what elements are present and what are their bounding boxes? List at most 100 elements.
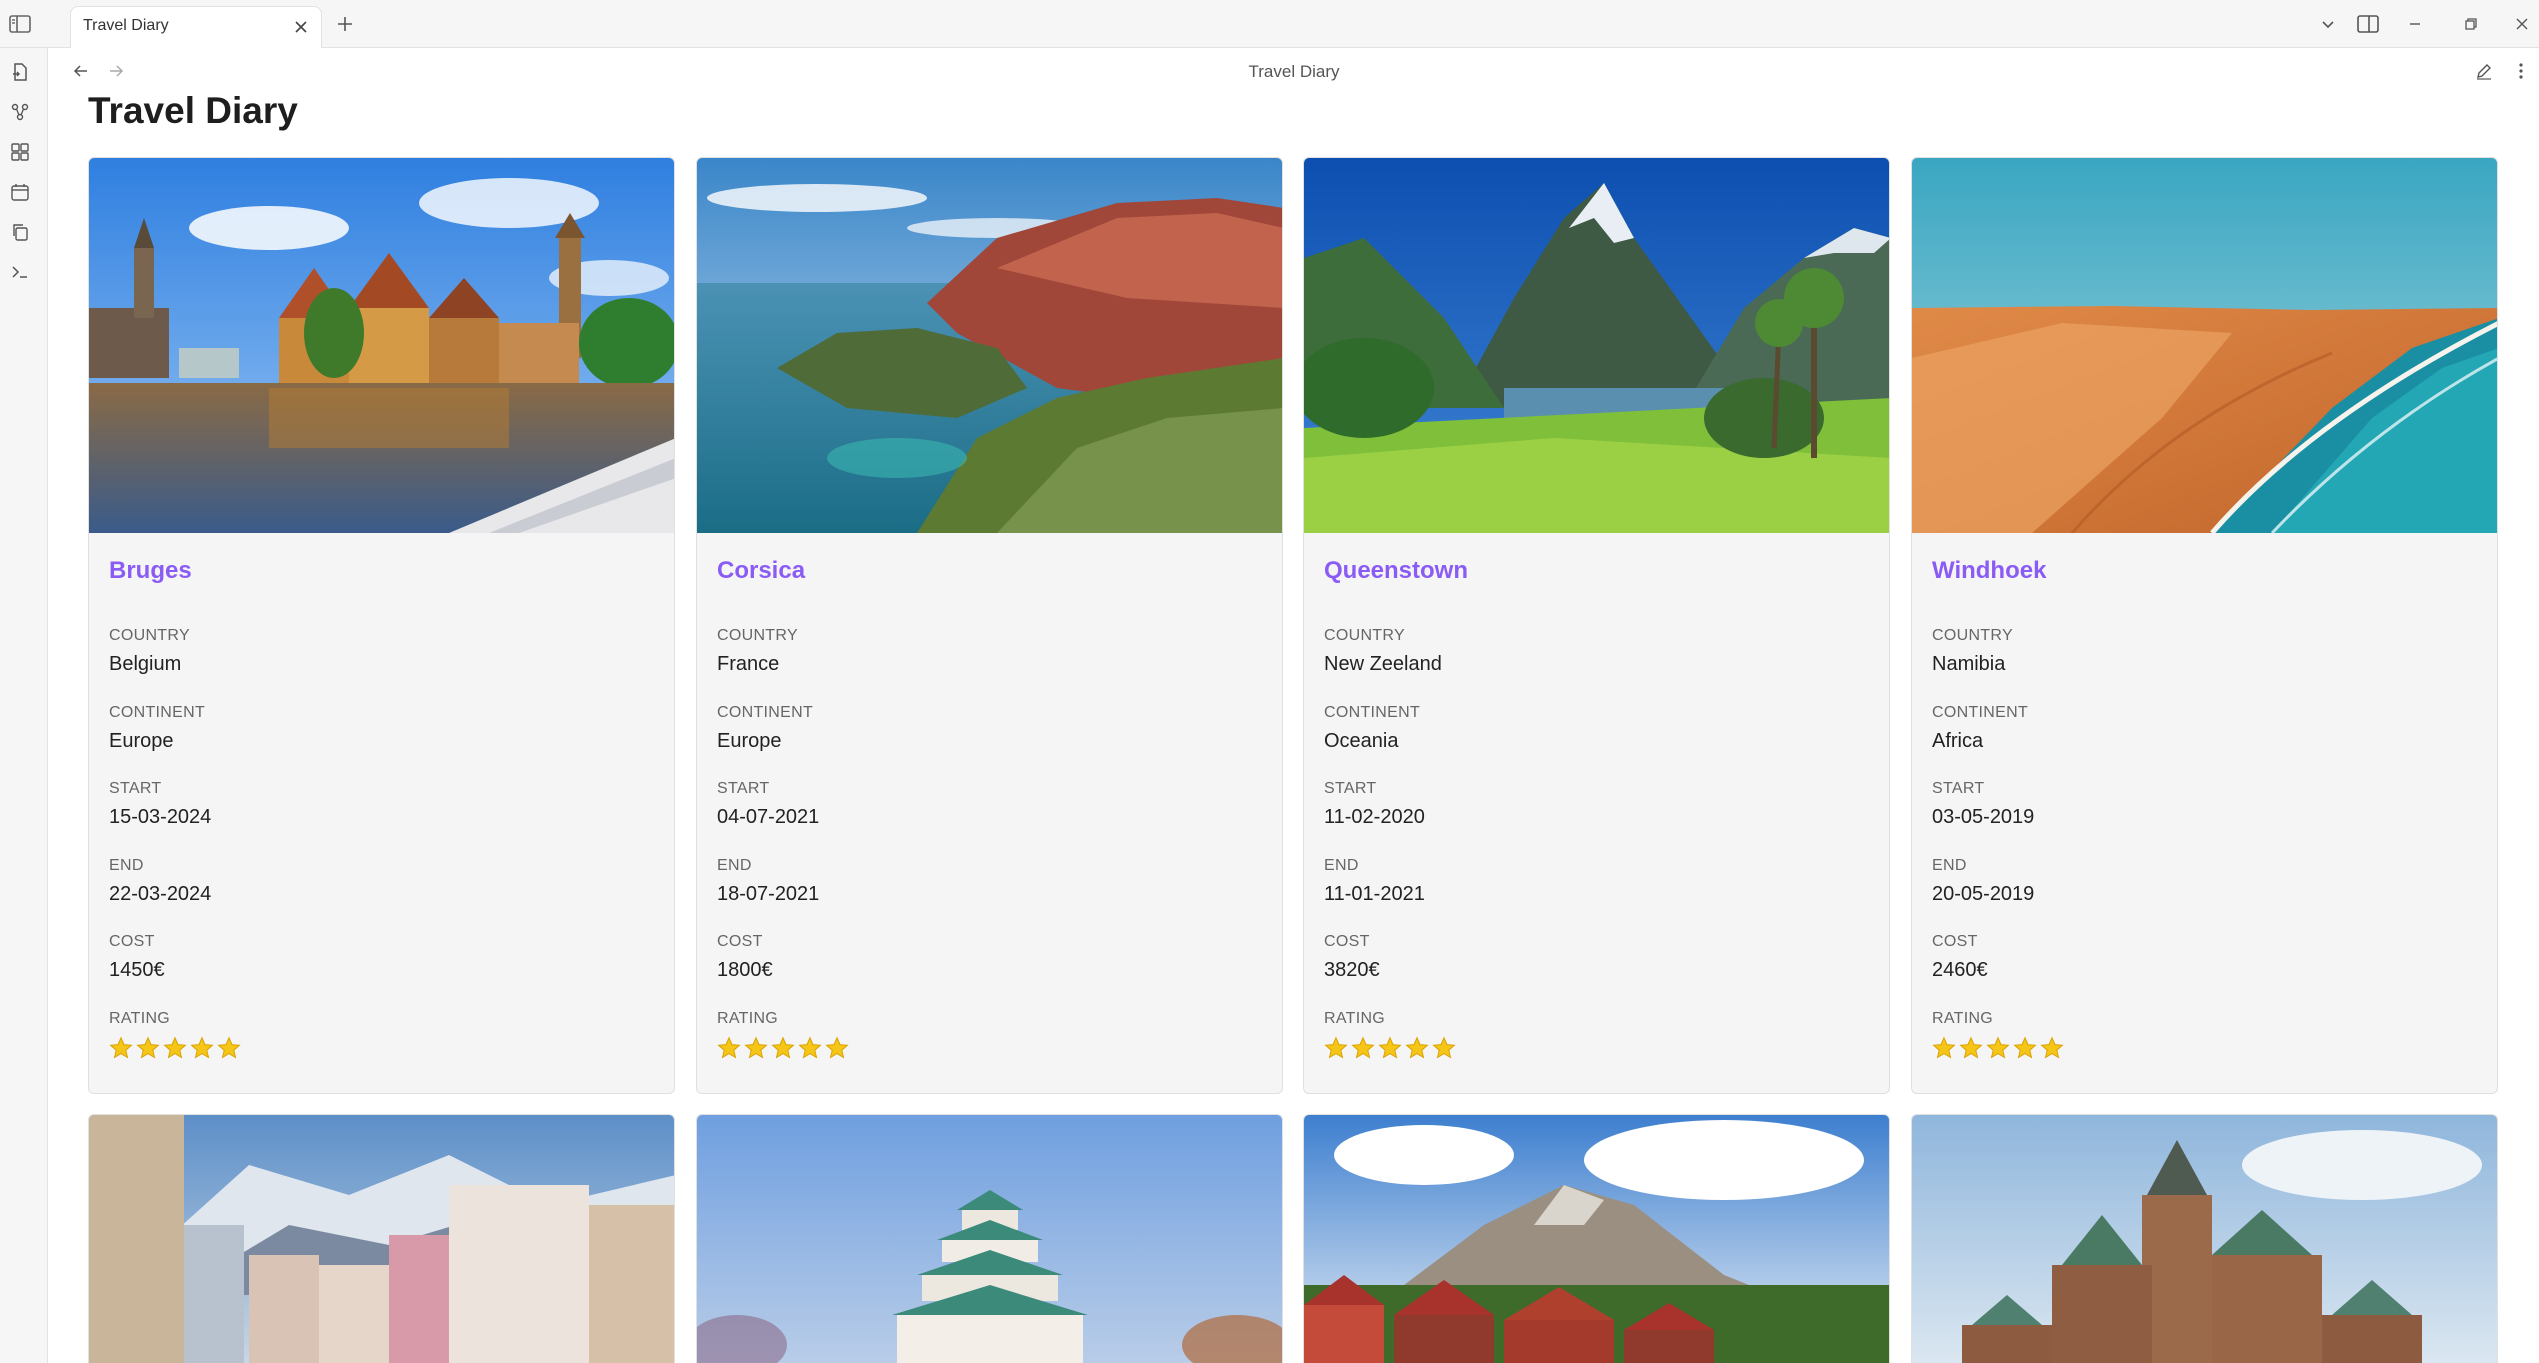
close-window-icon[interactable] xyxy=(2510,12,2534,36)
card-quebec-partial[interactable] xyxy=(1911,1114,2498,1363)
graph-view-icon[interactable] xyxy=(8,100,32,124)
card-image xyxy=(697,158,1282,533)
card-title-link[interactable]: Windhoek xyxy=(1932,557,2046,585)
view-header: Travel Diary xyxy=(49,48,2539,94)
view-title: Travel Diary xyxy=(1248,62,1340,81)
country-value: New Zeeland xyxy=(1324,653,1442,675)
continent-value: Europe xyxy=(109,730,174,752)
start-value: 04-07-2021 xyxy=(717,806,820,828)
end-label: END xyxy=(1324,857,1359,874)
cost-value: 1800€ xyxy=(717,959,773,981)
card-corsica[interactable]: Corsica COUNTRY France CONTINENT Europe … xyxy=(696,157,1283,1094)
star-icon xyxy=(1324,1036,1348,1059)
country-value: Namibia xyxy=(1932,653,2006,675)
start-value: 11-02-2020 xyxy=(1324,806,1425,828)
end-value: 18-07-2021 xyxy=(717,883,820,905)
star-icon xyxy=(1432,1036,1456,1059)
cost-value: 1450€ xyxy=(109,959,165,981)
terminal-icon[interactable] xyxy=(8,260,32,284)
star-icon xyxy=(825,1036,849,1059)
star-icon xyxy=(1932,1036,1956,1059)
end-label: END xyxy=(1932,857,1967,874)
star-icon xyxy=(1986,1036,2010,1059)
star-rating xyxy=(109,1036,241,1060)
copy-icon[interactable] xyxy=(8,220,32,244)
card-image xyxy=(1304,158,1889,533)
star-icon xyxy=(717,1036,741,1059)
star-icon xyxy=(1959,1036,1983,1059)
star-rating xyxy=(1324,1036,1456,1060)
start-label: START xyxy=(1324,780,1377,797)
rating-label: RATING xyxy=(1324,1010,1386,1027)
star-icon xyxy=(163,1036,187,1059)
card-osaka-partial[interactable] xyxy=(696,1114,1283,1363)
star-icon xyxy=(2013,1036,2037,1059)
cost-label: COST xyxy=(1932,933,1978,950)
start-label: START xyxy=(109,780,162,797)
calendar-icon[interactable] xyxy=(8,180,32,204)
edit-pencil-icon[interactable] xyxy=(2472,59,2496,83)
cost-label: COST xyxy=(1324,933,1370,950)
canvas-icon[interactable] xyxy=(8,140,32,164)
star-icon xyxy=(1351,1036,1375,1059)
card-title-link[interactable]: Bruges xyxy=(109,557,192,585)
more-options-icon[interactable] xyxy=(2509,59,2533,83)
continent-label: CONTINENT xyxy=(1932,704,2029,721)
country-label: COUNTRY xyxy=(717,627,798,644)
card-image xyxy=(1912,1115,2497,1363)
rating-label: RATING xyxy=(717,1010,779,1027)
star-icon xyxy=(1378,1036,1402,1059)
tab-travel-diary[interactable]: Travel Diary xyxy=(70,6,322,48)
country-value: Belgium xyxy=(109,653,182,675)
tab-title: Travel Diary xyxy=(83,17,169,34)
card-image xyxy=(89,1115,674,1363)
cost-value: 2460€ xyxy=(1932,959,1988,981)
start-label: START xyxy=(1932,780,1985,797)
new-tab-icon[interactable] xyxy=(333,12,357,36)
country-label: COUNTRY xyxy=(1932,627,2013,644)
left-ribbon xyxy=(0,48,48,1363)
card-image xyxy=(1912,158,2497,533)
start-value: 15-03-2024 xyxy=(109,806,212,828)
open-file-icon[interactable] xyxy=(8,60,32,84)
star-icon xyxy=(217,1036,241,1059)
continent-label: CONTINENT xyxy=(1324,704,1421,721)
country-value: France xyxy=(717,653,780,675)
split-view-icon[interactable] xyxy=(2356,12,2380,36)
chevron-down-icon[interactable] xyxy=(2316,12,2340,36)
country-label: COUNTRY xyxy=(109,627,190,644)
star-rating xyxy=(1932,1036,2064,1060)
card-image xyxy=(697,1115,1282,1363)
cost-value: 3820€ xyxy=(1324,959,1380,981)
star-icon xyxy=(1405,1036,1429,1059)
continent-value: Africa xyxy=(1932,730,1984,752)
minimize-icon[interactable] xyxy=(2403,12,2427,36)
star-icon xyxy=(2040,1036,2064,1059)
continent-value: Europe xyxy=(717,730,782,752)
close-tab-icon[interactable] xyxy=(291,17,311,37)
star-icon xyxy=(109,1036,133,1059)
card-image xyxy=(1304,1115,1889,1363)
end-value: 11-01-2021 xyxy=(1324,883,1425,905)
card-queenstown[interactable]: Queenstown COUNTRY New Zeeland CONTINENT… xyxy=(1303,157,1890,1094)
end-label: END xyxy=(109,857,144,874)
star-icon xyxy=(190,1036,214,1059)
card-title-link[interactable]: Queenstown xyxy=(1324,557,1468,585)
continent-label: CONTINENT xyxy=(109,704,206,721)
star-icon xyxy=(771,1036,795,1059)
rating-label: RATING xyxy=(109,1010,171,1027)
sidebar-toggle-icon[interactable] xyxy=(8,12,32,36)
continent-value: Oceania xyxy=(1324,730,1399,752)
end-value: 22-03-2024 xyxy=(109,883,212,905)
card-banff-partial[interactable] xyxy=(1303,1114,1890,1363)
card-innsbruck-partial[interactable] xyxy=(88,1114,675,1363)
cost-label: COST xyxy=(109,933,155,950)
card-bruges[interactable]: Bruges COUNTRY Belgium CONTINENT Europe … xyxy=(88,157,675,1094)
card-title-link[interactable]: Corsica xyxy=(717,557,805,585)
card-windhoek[interactable]: Windhoek COUNTRY Namibia CONTINENT Afric… xyxy=(1911,157,2498,1094)
star-icon xyxy=(136,1036,160,1059)
end-label: END xyxy=(717,857,752,874)
cost-label: COST xyxy=(717,933,763,950)
star-rating xyxy=(717,1036,849,1060)
restore-icon[interactable] xyxy=(2459,12,2483,36)
